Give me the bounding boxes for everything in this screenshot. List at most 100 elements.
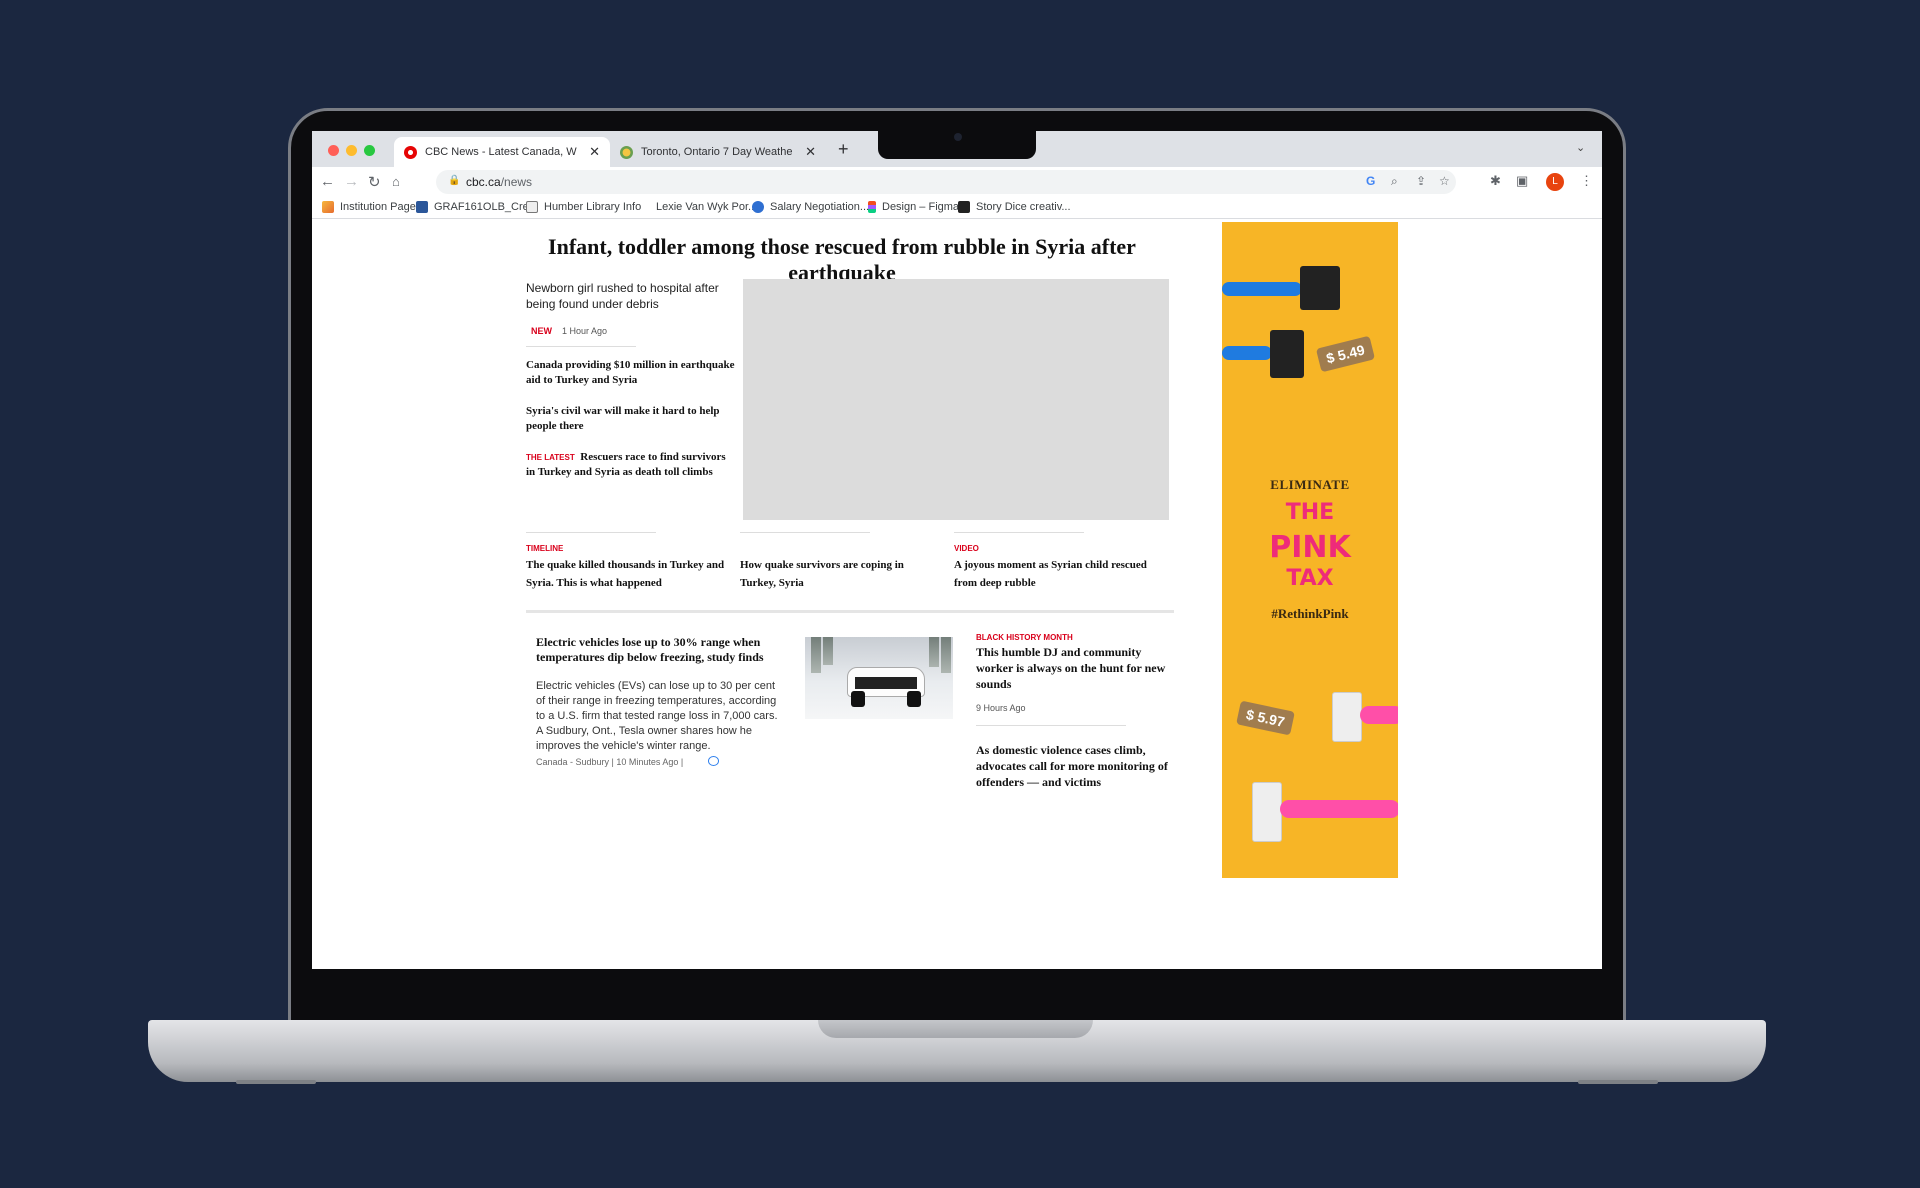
bookmark-label: Institution Page <box>340 201 416 213</box>
bookmark-icon <box>322 201 334 213</box>
divider <box>740 532 870 533</box>
related-link[interactable]: Syria's civil war will make it hard to h… <box>526 404 736 434</box>
bookmark-label: Design – Figma <box>882 201 960 213</box>
cbc-news-page: Infant, toddler among those rescued from… <box>312 220 1602 969</box>
wheel-shape <box>907 691 921 707</box>
bookmark-label: Salary Negotiation... <box>770 201 870 213</box>
timeline-kicker: TIMELINE <box>526 544 564 553</box>
reload-icon[interactable]: ↻ <box>368 173 381 191</box>
related-link[interactable]: Canada providing $10 million in earthqua… <box>526 358 736 388</box>
google-icon[interactable]: G <box>1366 174 1375 188</box>
razor-head-shape <box>1300 266 1340 310</box>
dj-story-headline: This humble DJ and community worker is a… <box>976 645 1166 691</box>
close-tab-icon[interactable]: ✕ <box>805 144 816 160</box>
tree-shape <box>823 637 833 665</box>
home-icon[interactable]: ⌂ <box>392 174 400 189</box>
more-menu-icon[interactable]: ⋮ <box>1580 173 1593 189</box>
minimize-window-icon[interactable] <box>346 145 357 156</box>
pink-razor-shape <box>1332 692 1398 762</box>
dice-icon <box>958 201 970 213</box>
timeline-link[interactable]: TIMELINE The quake killed thousands in T… <box>526 544 726 591</box>
ev-story-summary: Electric vehicles (EVs) can lose up to 3… <box>536 680 778 752</box>
ad-tax-text: TAX <box>1286 566 1334 591</box>
back-icon[interactable]: ← <box>320 173 335 190</box>
razor-head-shape <box>1332 692 1362 742</box>
bookmark-star-icon[interactable]: ☆ <box>1439 174 1450 188</box>
dj-story-timestamp: 9 Hours Ago <box>976 703 1026 713</box>
profile-avatar[interactable]: L <box>1546 173 1564 191</box>
tab-weather[interactable]: Toronto, Ontario 7 Day Weathe ✕ <box>610 137 826 167</box>
related-link-text: Syria's civil war will make it hard to h… <box>526 405 720 432</box>
new-tab-button[interactable]: + <box>838 139 849 160</box>
tab-cbc-news[interactable]: CBC News - Latest Canada, W ✕ <box>394 137 610 167</box>
related-link-text: Canada providing $10 million in earthqua… <box>526 359 735 386</box>
lead-timestamp: 1 Hour Ago <box>562 326 608 336</box>
razor-handle-shape <box>1360 706 1398 724</box>
extensions-icon[interactable]: ✱ <box>1490 173 1501 189</box>
video-link[interactable]: VIDEO A joyous moment as Syrian child re… <box>954 544 1154 591</box>
related-link[interactable]: THE LATEST Rescuers race to find survivo… <box>526 450 736 480</box>
tab-title: CBC News - Latest Canada, W <box>425 146 577 158</box>
bookmark-humber-library[interactable]: Humber Library Info <box>526 201 641 213</box>
wheel-shape <box>851 691 865 707</box>
lead-subheadline[interactable]: Newborn girl rushed to hospital after be… <box>526 280 736 312</box>
bookmark-graf[interactable]: GRAF161OLB_Cre... <box>416 201 538 213</box>
ev-story-thumbnail[interactable] <box>805 637 953 719</box>
black-history-kicker: BLACK HISTORY MONTH <box>976 633 1073 642</box>
bookmark-institution-page[interactable]: Institution Page <box>322 201 416 213</box>
lead-image-placeholder[interactable] <box>743 279 1169 520</box>
domestic-violence-headline: As domestic violence cases climb, advoca… <box>976 743 1168 789</box>
camera-icon <box>954 133 962 141</box>
bookmark-label: GRAF161OLB_Cre... <box>434 201 538 213</box>
divider <box>526 346 636 347</box>
bookmark-label: Lexie Van Wyk Por... <box>656 201 758 213</box>
lock-icon: 🔒 <box>448 175 461 186</box>
bookmark-lexie-portfolio[interactable]: Lexie Van Wyk Por... <box>656 201 757 213</box>
pink-tax-ad[interactable]: $ 5.49 ELIMINATE THE PINK TAX #RethinkPi… <box>1222 222 1398 878</box>
browser-window: CBC News - Latest Canada, W ✕ Toronto, O… <box>312 131 1602 969</box>
video-link-text: A joyous moment as Syrian child rescued … <box>954 559 1147 589</box>
laptop-base-notch <box>818 1020 1093 1038</box>
bookmark-figma[interactable]: Design – Figma <box>868 201 959 213</box>
bookmark-salary-negotiation[interactable]: Salary Negotiation... <box>752 201 869 213</box>
figma-icon <box>868 201 876 213</box>
tree-shape <box>941 637 951 673</box>
bird-icon <box>752 201 764 213</box>
ad-eliminate-text: ELIMINATE <box>1270 477 1350 492</box>
bookmark-story-dice[interactable]: Story Dice creativ... <box>958 201 1071 213</box>
bookmark-label: Humber Library Info <box>544 201 642 213</box>
comment-icon[interactable] <box>708 756 719 766</box>
url-text: cbc.ca/news <box>466 175 533 189</box>
section-divider <box>526 610 1174 613</box>
tree-shape <box>811 637 821 673</box>
tab-search-chevron-icon[interactable]: ⌄ <box>1576 141 1585 154</box>
divider <box>954 532 1084 533</box>
blue-razor-shape <box>1222 262 1352 312</box>
laptop-foot <box>236 1080 316 1084</box>
forward-icon[interactable]: → <box>344 173 359 190</box>
pink-razor-shape <box>1252 772 1398 852</box>
close-window-icon[interactable] <box>328 145 339 156</box>
truck-grill-shape <box>855 677 917 689</box>
razor-handle-shape <box>1280 800 1398 818</box>
bookmark-label: Story Dice creativ... <box>976 201 1071 213</box>
razor-handle-shape <box>1222 346 1272 360</box>
cbc-logo-icon <box>404 145 417 159</box>
close-tab-icon[interactable]: ✕ <box>589 144 600 160</box>
dj-story[interactable]: BLACK HISTORY MONTH This humble DJ and c… <box>976 633 1176 692</box>
domestic-violence-story[interactable]: As domestic violence cases climb, advoca… <box>976 742 1176 790</box>
maximize-window-icon[interactable] <box>364 145 375 156</box>
blue-razor-shape <box>1222 328 1332 378</box>
survivors-link[interactable]: How quake survivors are coping in Turkey… <box>740 555 940 591</box>
weather-logo-icon <box>620 145 633 159</box>
ev-story-meta: Canada - Sudbury | 10 Minutes Ago | <box>536 757 684 767</box>
zoom-icon[interactable]: ⌕ <box>1391 174 1398 189</box>
ev-story-headline[interactable]: Electric vehicles lose up to 30% range w… <box>536 635 786 665</box>
ad-the-text: THE <box>1285 500 1335 525</box>
tree-shape <box>929 637 939 667</box>
price-tag-2: $ 5.97 <box>1236 700 1295 736</box>
address-bar[interactable]: 🔒 cbc.ca/news G ⌕ ⇪ ☆ <box>436 170 1456 194</box>
share-icon[interactable]: ⇪ <box>1416 174 1426 188</box>
new-badge: NEW <box>531 326 552 336</box>
side-panel-icon[interactable]: ▣ <box>1516 173 1528 189</box>
